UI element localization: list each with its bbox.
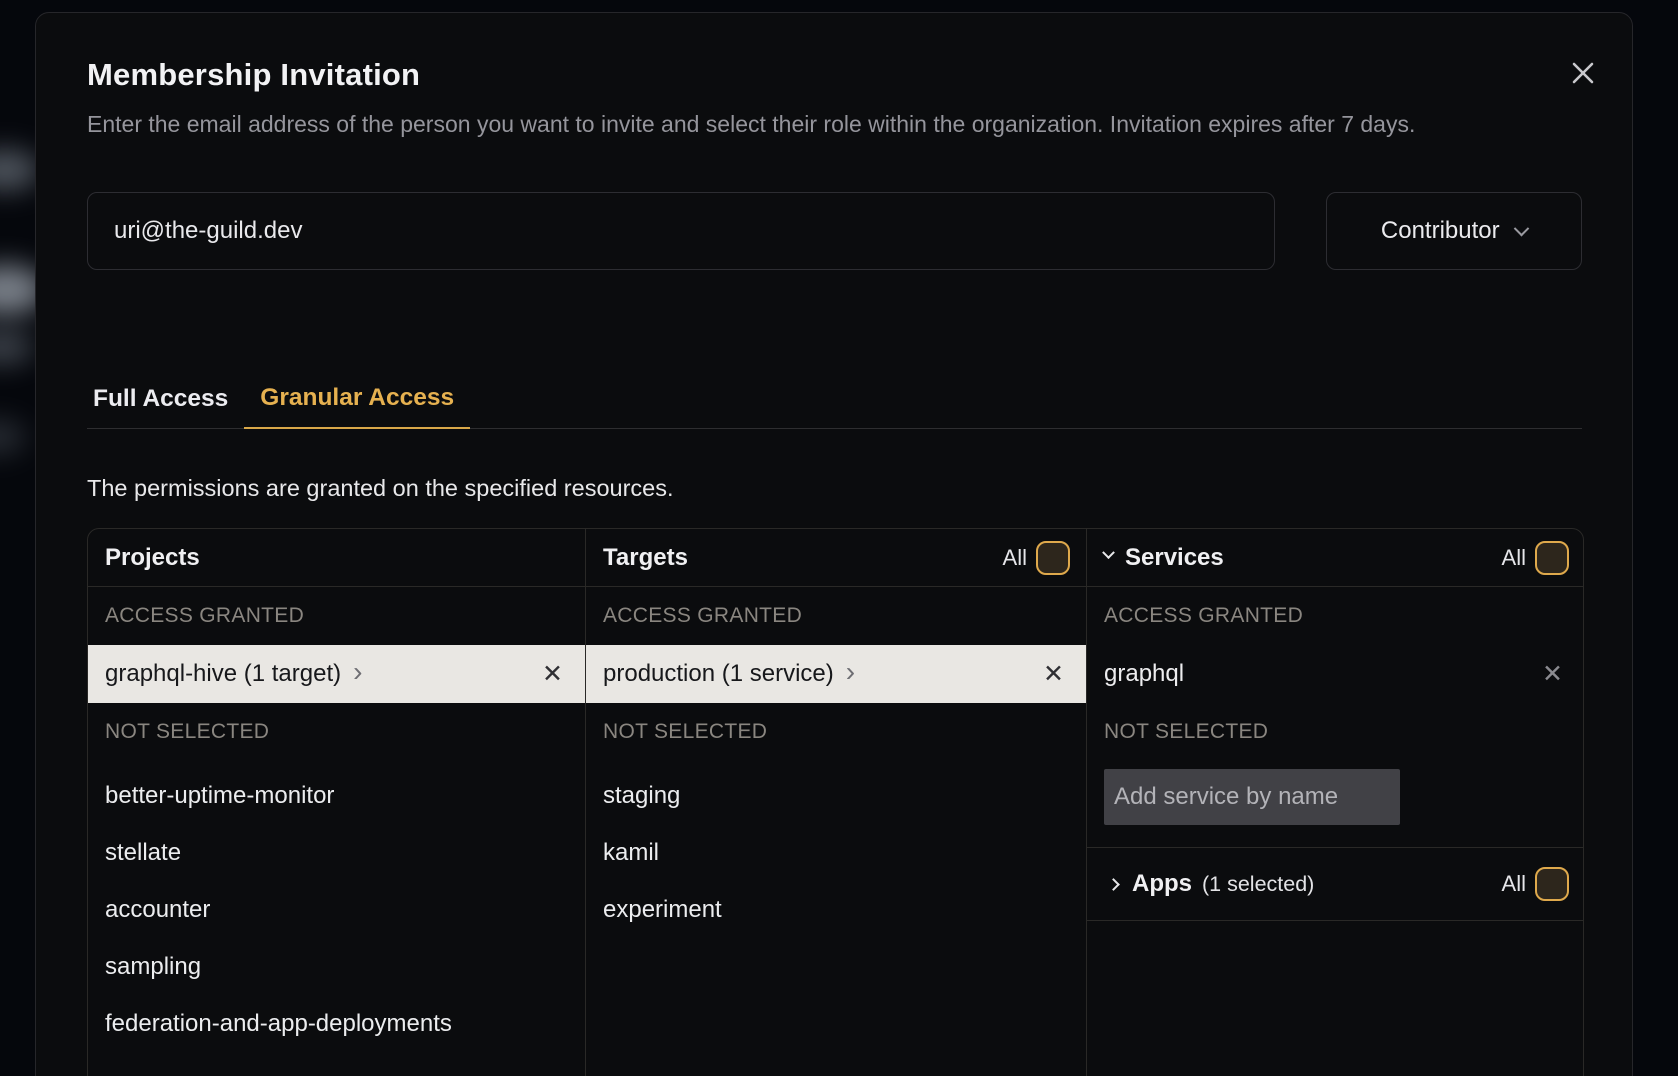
targets-item-list: stagingkamilexperiment (586, 767, 1086, 938)
dialog-description: Enter the email address of the person yo… (87, 107, 1582, 142)
membership-invitation-dialog: Membership Invitation Enter the email ad… (35, 12, 1633, 1076)
invite-row: Contributor (87, 192, 1582, 270)
tab-granular-access[interactable]: Granular Access (244, 384, 470, 429)
access-tabs: Full Access Granular Access (87, 384, 1582, 429)
targets-column: Targets All ACCESS GRANTED production (1… (586, 529, 1087, 1076)
services-not-selected-label: NOT SELECTED (1087, 703, 1584, 761)
resource-item[interactable]: accounter (88, 881, 585, 938)
resources-table: Projects ACCESS GRANTED graphql-hive (1 … (87, 528, 1584, 1076)
email-input[interactable] (87, 192, 1275, 270)
projects-item-list: better-uptime-monitorstellateaccountersa… (88, 767, 585, 1052)
resource-item[interactable]: federation-and-app-deployments (88, 995, 585, 1052)
services-column: Services All ACCESS GRANTED graphql ✕ NO… (1087, 529, 1584, 1076)
apps-all-checkbox[interactable] (1535, 867, 1569, 901)
apps-selected-count: (1 selected) (1202, 872, 1314, 897)
remove-service-icon[interactable]: ✕ (1542, 662, 1563, 687)
background-page-blur (0, 0, 40, 1076)
services-all-label: All (1502, 545, 1526, 571)
target-selected-name: production (1 service) (603, 660, 834, 688)
targets-all-label: All (1003, 545, 1027, 571)
permissions-note: The permissions are granted on the speci… (87, 475, 1582, 502)
resource-item[interactable]: staging (586, 767, 1086, 824)
projects-column: Projects ACCESS GRANTED graphql-hive (1 … (88, 529, 586, 1076)
target-selected-row[interactable]: production (1 service) › ✕ (586, 645, 1086, 703)
apps-all-wrap: All (1502, 867, 1569, 901)
projects-header: Projects (88, 529, 585, 587)
apps-section-row[interactable]: Apps (1 selected) All (1087, 847, 1584, 921)
projects-access-granted-label: ACCESS GRANTED (88, 587, 585, 645)
tab-full-access[interactable]: Full Access (87, 384, 244, 429)
service-selected-name: graphql (1104, 660, 1184, 688)
services-access-granted-label: ACCESS GRANTED (1087, 587, 1584, 645)
remove-target-icon[interactable]: ✕ (1043, 662, 1064, 687)
project-selected-row[interactable]: graphql-hive (1 target) › ✕ (88, 645, 585, 703)
resource-item[interactable]: experiment (586, 881, 1086, 938)
chevron-right-icon (1107, 878, 1120, 891)
services-header[interactable]: Services All (1087, 529, 1584, 587)
chevron-right-icon: › (353, 658, 362, 690)
resource-item[interactable]: sampling (88, 938, 585, 995)
targets-all-checkbox[interactable] (1036, 541, 1070, 575)
role-select[interactable]: Contributor (1326, 192, 1582, 270)
role-select-value: Contributor (1381, 217, 1500, 245)
apps-header-label: Apps (1132, 870, 1192, 898)
chevron-down-icon (1513, 220, 1529, 236)
project-selected-name: graphql-hive (1 target) (105, 660, 341, 688)
targets-not-selected-label: NOT SELECTED (586, 703, 1086, 761)
targets-header: Targets All (586, 529, 1086, 587)
targets-access-granted-label: ACCESS GRANTED (586, 587, 1086, 645)
apps-all-label: All (1502, 871, 1526, 897)
dialog-title: Membership Invitation (87, 55, 1582, 94)
close-button[interactable] (1567, 57, 1599, 89)
resource-item[interactable]: kamil (586, 824, 1086, 881)
service-selected-row[interactable]: graphql ✕ (1087, 645, 1584, 703)
targets-header-label: Targets (603, 544, 688, 572)
resource-item[interactable]: stellate (88, 824, 585, 881)
close-icon (1569, 59, 1597, 87)
targets-all-wrap: All (1003, 541, 1070, 575)
chevron-down-icon (1102, 546, 1115, 559)
services-all-wrap: All (1502, 541, 1569, 575)
chevron-right-icon: › (846, 658, 855, 690)
projects-not-selected-label: NOT SELECTED (88, 703, 585, 761)
add-service-input[interactable] (1104, 769, 1400, 825)
projects-header-label: Projects (105, 544, 200, 572)
resource-item[interactable]: better-uptime-monitor (88, 767, 585, 824)
services-all-checkbox[interactable] (1535, 541, 1569, 575)
services-header-label: Services (1125, 544, 1224, 572)
remove-project-icon[interactable]: ✕ (542, 662, 563, 687)
